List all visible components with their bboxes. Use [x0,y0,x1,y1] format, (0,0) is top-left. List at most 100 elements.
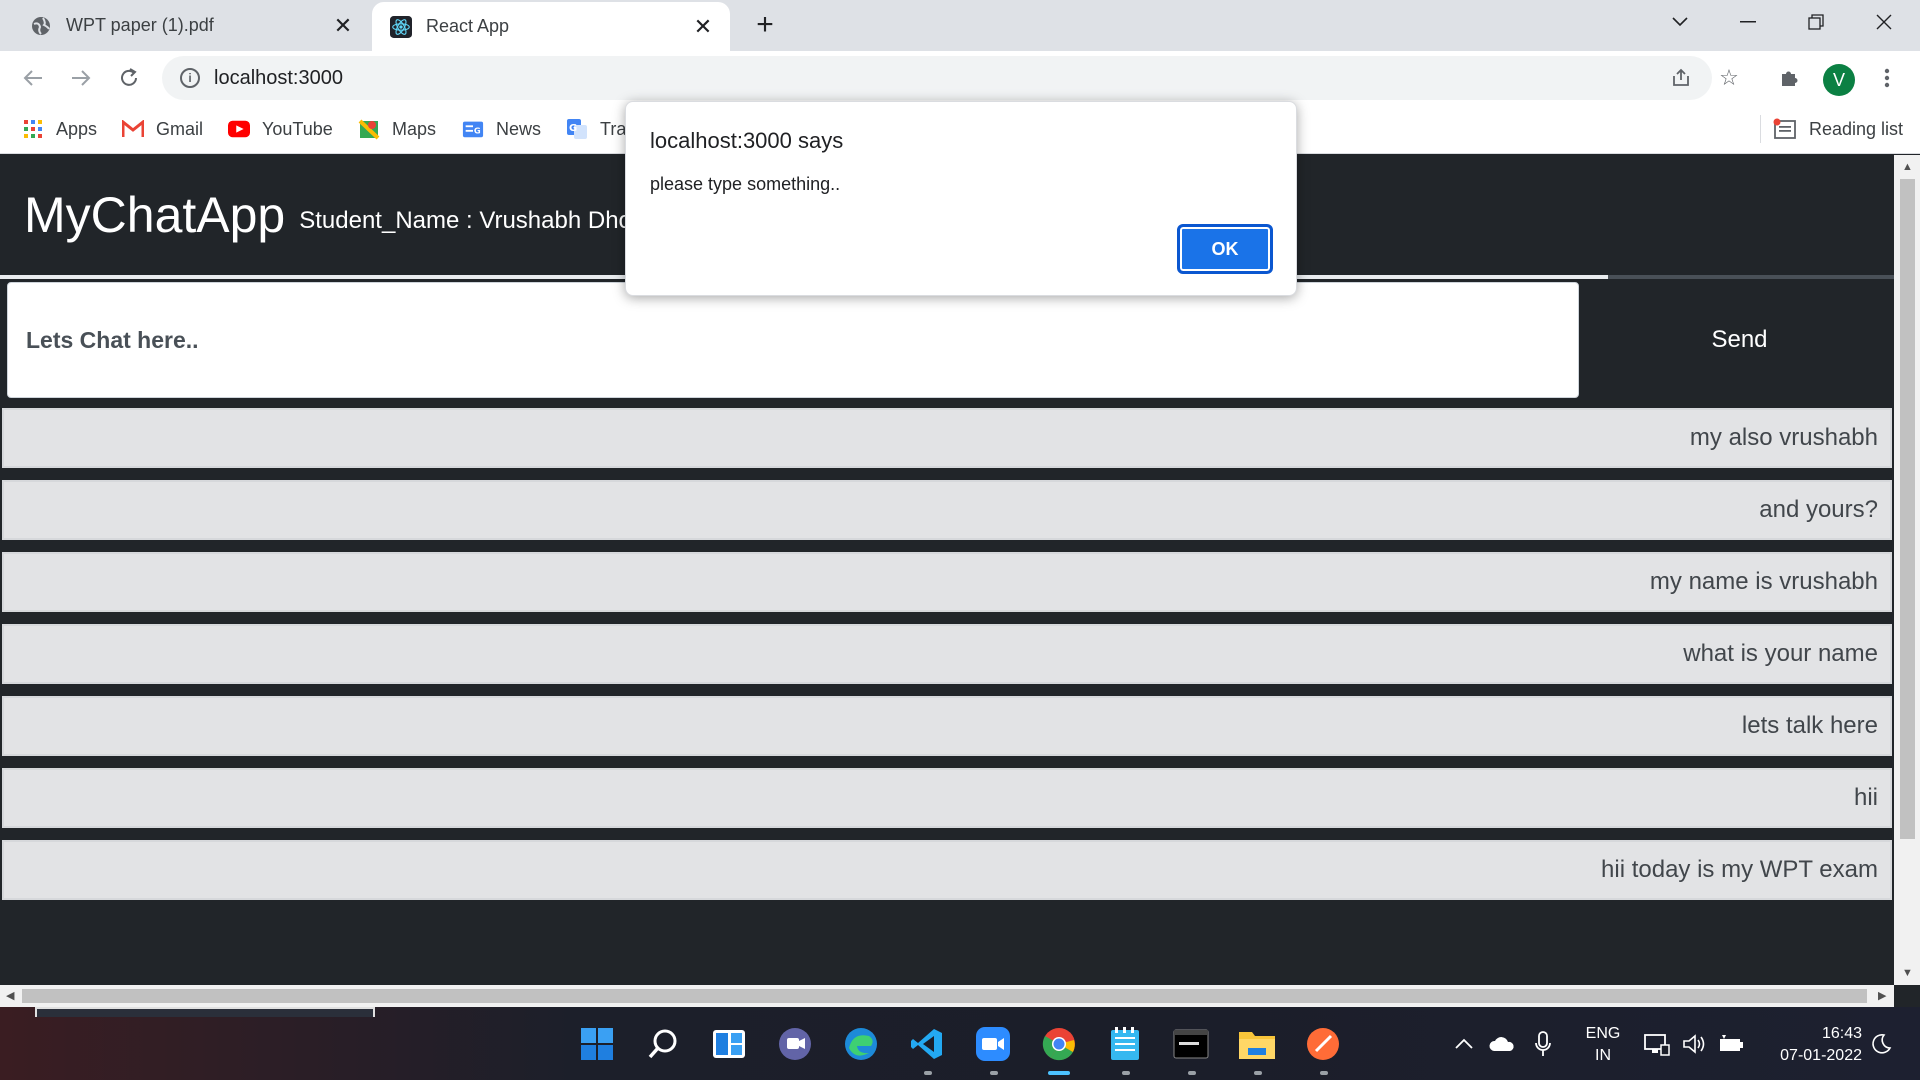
horizontal-scrollbar[interactable]: ◀ ▶ [0,985,1894,1007]
minimize-button[interactable] [1714,0,1782,44]
chat-input[interactable]: Lets Chat here.. [7,282,1579,398]
bookmark-label: Tra [600,118,627,139]
taskbar-running-indicator [990,1071,998,1075]
file-explorer-icon[interactable] [1236,1023,1278,1065]
chat-input-placeholder: Lets Chat here.. [26,326,199,353]
ok-button[interactable]: OK [1177,224,1273,274]
share-icon[interactable] [1664,61,1698,95]
message-item: what is your name [2,624,1892,684]
message-list: my also vrushabh and yours? my name is v… [2,408,1894,912]
tab-react-app[interactable]: React App ✕ [372,2,730,51]
bookmark-apps[interactable]: Apps [22,115,97,143]
bookmark-star-icon[interactable]: ☆ [1712,61,1746,95]
language-region: IN [1595,1047,1611,1064]
network-icon[interactable] [1644,1007,1670,1080]
scroll-left-arrow-icon[interactable]: ◀ [6,989,14,1002]
student-name: Student_Name : Vrushabh Dhon [299,207,646,234]
notepad-icon[interactable] [1104,1023,1146,1065]
edge-browser-icon[interactable] [840,1023,882,1065]
back-icon[interactable] [16,61,50,95]
react-icon [390,15,412,38]
taskbar-running-indicator [1254,1071,1262,1075]
taskbar-running-indicator [1188,1071,1196,1075]
message-item: my name is vrushabh [2,552,1892,612]
browser-toolbar: i localhost:3000 ☆ V [0,51,1920,105]
bookmark-maps[interactable]: Maps [358,115,436,143]
window-preview-thumbnail [35,1007,375,1017]
scroll-right-arrow-icon[interactable]: ▶ [1878,989,1886,1002]
extensions-puzzle-icon[interactable] [1772,61,1806,95]
teams-chat-icon[interactable] [774,1023,816,1065]
message-item: and yours? [2,480,1892,540]
url-text: localhost:3000 [214,66,343,89]
kebab-menu-icon[interactable] [1870,61,1904,95]
message-item: hii today is my WPT exam [2,840,1892,900]
reading-list-label: Reading list [1809,118,1904,139]
postman-icon[interactable] [1302,1023,1344,1065]
taskbar-running-indicator [1122,1071,1130,1075]
vertical-scrollbar[interactable]: ▲ ▼ [1894,155,1920,985]
chrome-icon[interactable] [1038,1023,1080,1065]
scroll-up-arrow-icon[interactable]: ▲ [1902,161,1913,173]
translate-icon: G [566,118,588,140]
message-item: my also vrushabh [2,408,1892,468]
address-bar[interactable]: i localhost:3000 [162,56,1712,100]
scroll-thumb[interactable] [1900,179,1915,839]
bookmark-label: News [496,118,542,139]
reload-icon[interactable] [112,61,146,95]
bookmark-label: Maps [392,118,437,139]
forward-icon[interactable] [64,61,98,95]
close-tab-icon[interactable]: ✕ [328,11,358,41]
message-item: lets talk here [2,696,1892,756]
search-icon[interactable] [642,1023,684,1065]
vscode-icon[interactable] [906,1023,948,1065]
reading-list-icon [1773,118,1797,140]
scroll-down-arrow-icon[interactable]: ▼ [1902,967,1913,979]
scroll-thumb[interactable] [22,989,1867,1003]
bookmark-gmail[interactable]: Gmail [122,115,203,143]
profile-avatar[interactable]: V [1823,64,1855,96]
bookmark-translate[interactable]: G Tra [566,115,626,143]
new-tab-button[interactable]: + [748,8,782,42]
globe-icon [30,15,52,37]
onedrive-cloud-icon[interactable] [1488,1007,1516,1080]
widgets-icon[interactable] [708,1023,750,1065]
battery-charging-icon[interactable] [1718,1007,1746,1080]
tab-label: WPT paper (1).pdf [66,15,214,35]
language-indicator[interactable]: ENG IN [1581,1023,1625,1067]
tab-wpt-paper[interactable]: WPT paper (1).pdf ✕ [0,0,370,51]
zoom-icon[interactable] [972,1023,1014,1065]
language-code: ENG [1585,1025,1621,1042]
tab-label: React App [426,16,510,36]
alert-dialog: localhost:3000 says please type somethin… [625,101,1297,296]
reading-list[interactable]: Reading list [1760,115,1903,143]
bookmark-youtube[interactable]: YouTube [228,115,333,143]
tab-search-chevron-icon[interactable] [1646,0,1714,44]
volume-icon[interactable] [1682,1007,1706,1080]
svg-text:G: G [569,123,577,134]
show-hidden-icons-chevron-icon[interactable] [1454,1007,1474,1080]
site-info-icon[interactable]: i [180,68,200,88]
dialog-title: localhost:3000 says [650,128,844,153]
clock[interactable]: 16:43 07-01-2022 [1762,1023,1862,1067]
microphone-icon[interactable] [1534,1007,1552,1080]
youtube-icon [228,118,250,140]
close-tab-icon[interactable]: ✕ [688,12,718,42]
close-window-button[interactable] [1850,0,1918,44]
clock-date: 07-01-2022 [1780,1047,1862,1064]
svg-text:G: G [474,126,481,136]
mysql-shell-icon[interactable] [1170,1023,1212,1065]
gmail-icon [122,118,144,140]
send-button[interactable]: Send [1585,282,1894,398]
windows-start-icon[interactable] [576,1023,618,1065]
windows-taskbar: ENG IN 16:43 07-01-2022 [0,1007,1920,1080]
news-icon: G [462,118,484,140]
taskbar-running-indicator [924,1071,932,1075]
focus-assist-moon-icon[interactable] [1870,1007,1892,1080]
taskbar-running-indicator [1320,1071,1328,1075]
restore-button[interactable] [1782,0,1850,44]
header-divider-right [1608,275,1894,279]
dialog-message: please type something.. [650,174,841,194]
bookmark-news[interactable]: G News [462,115,541,143]
clock-time: 16:43 [1821,1025,1862,1042]
